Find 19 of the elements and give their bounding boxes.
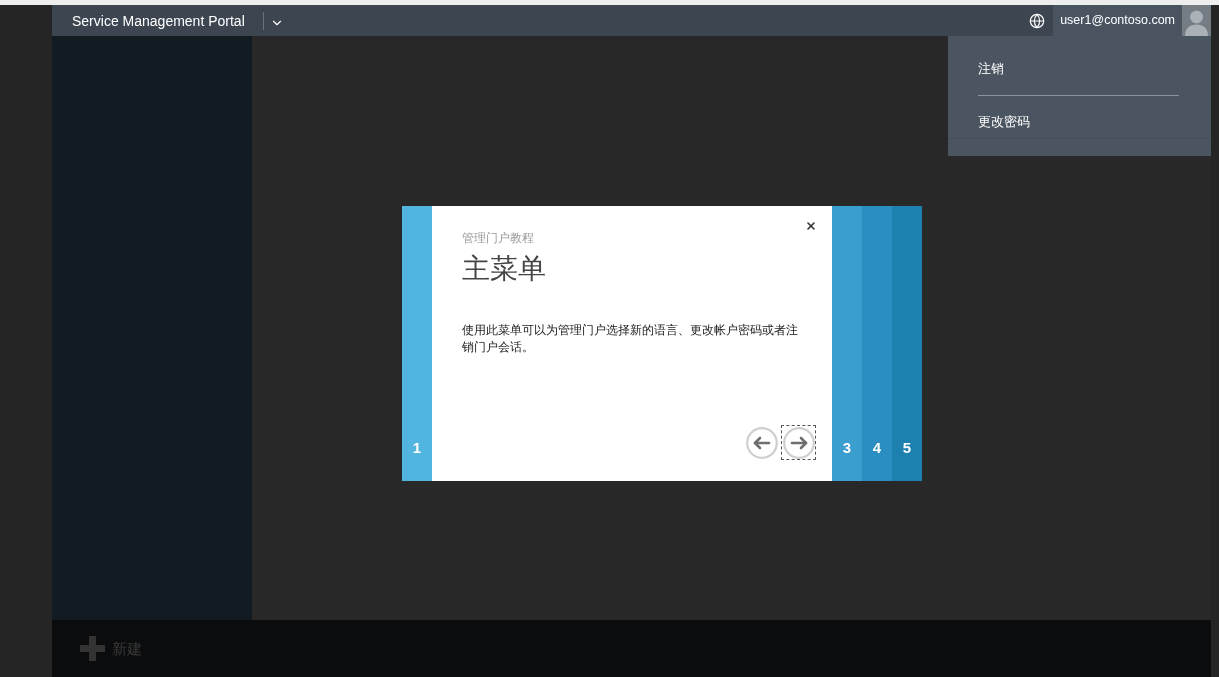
step-tab[interactable]: 1 xyxy=(402,206,432,481)
dialog-subtitle: 管理门户教程 xyxy=(462,230,535,246)
close-button[interactable] xyxy=(804,219,818,233)
previous-button[interactable] xyxy=(744,425,779,460)
step-tab[interactable]: 5 xyxy=(892,206,922,481)
menu-item[interactable]: 更改密码 xyxy=(978,112,1030,132)
close-icon xyxy=(805,220,817,232)
dialog-title: 主菜单 xyxy=(462,252,546,286)
next-button[interactable] xyxy=(781,425,816,460)
step-tab[interactable]: 3 xyxy=(832,206,862,481)
plus-icon xyxy=(80,636,105,661)
menu-item[interactable]: 注销 xyxy=(978,59,1004,79)
globe-icon[interactable] xyxy=(1029,12,1046,29)
circled-arrow-right-icon xyxy=(782,426,815,459)
circled-arrow-left-icon xyxy=(745,426,778,459)
dialog-description: 使用此菜单可以为管理门户选择新的语言、更改帐户密码或者注销门户会话。 xyxy=(462,322,799,356)
user-account-button[interactable]: user1@contoso.com xyxy=(1053,5,1182,36)
portal-title: Service Management Portal xyxy=(72,13,245,28)
step-tab[interactable]: 4 xyxy=(862,206,892,481)
